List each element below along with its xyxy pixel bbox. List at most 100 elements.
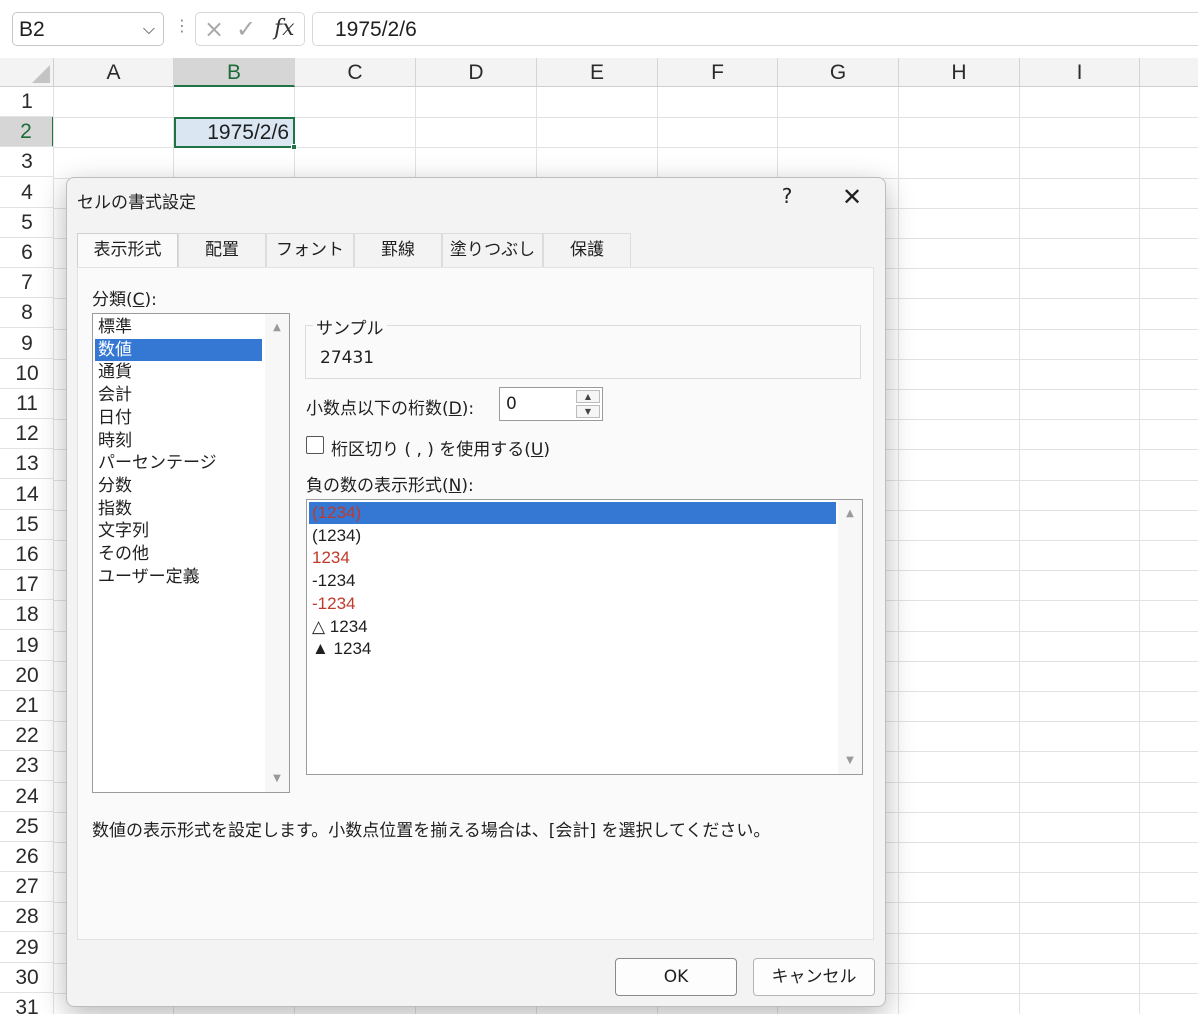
row-header-31[interactable]: 31 — [0, 993, 54, 1014]
row-header-21[interactable]: 21 — [0, 691, 54, 721]
row-header-16[interactable]: 16 — [0, 540, 54, 570]
ok-button[interactable]: OK — [615, 958, 737, 996]
category-item[interactable]: 分数 — [95, 475, 262, 497]
decimal-places-value[interactable]: 0 — [506, 394, 517, 414]
row-header-22[interactable]: 22 — [0, 721, 54, 752]
scroll-down-icon[interactable]: ▼ — [838, 755, 862, 766]
formula-bar: B2 ⌵ ⋮ × ✓ fx 1975/2/6 — [0, 0, 1198, 58]
negative-format-item[interactable]: △ 1234 — [309, 616, 836, 638]
tab-number[interactable]: 表示形式 — [77, 233, 178, 269]
category-item[interactable]: 日付 — [95, 407, 262, 429]
selected-cell-value: 1975/2/6 — [207, 121, 289, 144]
negative-format-item[interactable]: ▲ 1234 — [309, 638, 836, 660]
row-header-30[interactable]: 30 — [0, 962, 54, 993]
row-header-18[interactable]: 18 — [0, 600, 54, 631]
tab-protection[interactable]: 保護 — [543, 233, 631, 267]
row-header-6[interactable]: 6 — [0, 238, 54, 268]
row-header-7[interactable]: 7 — [0, 268, 54, 299]
category-item[interactable]: パーセンテージ — [95, 452, 262, 474]
row-header-14[interactable]: 14 — [0, 479, 54, 510]
tab-fill[interactable]: 塗りつぶし — [442, 233, 543, 267]
formula-bar-buttons: × ✓ fx — [195, 12, 305, 46]
chevron-down-icon[interactable]: ⌵ — [143, 19, 155, 39]
scroll-up-icon[interactable]: ▲ — [838, 508, 862, 519]
row-header-19[interactable]: 19 — [0, 630, 54, 661]
category-item[interactable]: 標準 — [95, 316, 262, 338]
tab-font[interactable]: フォント — [266, 233, 354, 267]
selected-cell[interactable]: 1975/2/6 — [174, 117, 297, 150]
drag-handle-icon[interactable]: ⋮ — [174, 16, 190, 35]
decrement-icon[interactable]: ▼ — [576, 405, 600, 418]
negative-format-list[interactable]: (1234) (1234) 1234 -1234 -1234 △ 1234 ▲ 1234 ▲… — [306, 499, 863, 775]
row-header-24[interactable]: 24 — [0, 781, 54, 812]
scroll-down-icon[interactable]: ▼ — [265, 773, 289, 784]
row-header-3[interactable]: 3 — [0, 147, 54, 178]
row-header-23[interactable]: 23 — [0, 751, 54, 782]
column-header-i[interactable]: I — [1020, 58, 1140, 87]
row-header-29[interactable]: 29 — [0, 932, 54, 963]
decimal-places-stepper[interactable]: 0 ▲ ▼ — [499, 387, 603, 421]
category-item[interactable]: 指数 — [95, 498, 262, 520]
category-item[interactable]: 時刻 — [95, 430, 262, 452]
negative-format-item[interactable]: (1234) — [309, 502, 836, 524]
column-header-e[interactable]: E — [537, 58, 658, 87]
help-button[interactable]: ? — [775, 184, 799, 212]
insert-function-icon[interactable]: fx — [274, 16, 295, 41]
category-item[interactable]: 文字列 — [95, 520, 262, 542]
row-header-10[interactable]: 10 — [0, 358, 54, 389]
row-header-4[interactable]: 4 — [0, 177, 54, 208]
name-box-value: B2 — [19, 18, 45, 41]
category-item[interactable]: ユーザー定義 — [95, 566, 262, 588]
increment-icon[interactable]: ▲ — [576, 390, 600, 403]
column-header-h[interactable]: H — [899, 58, 1020, 87]
cancel-icon[interactable]: × — [204, 15, 224, 43]
select-all-button[interactable] — [0, 58, 54, 87]
close-button[interactable]: ✕ — [837, 182, 867, 212]
category-item[interactable]: その他 — [95, 543, 262, 565]
row-header-8[interactable]: 8 — [0, 298, 54, 329]
category-item[interactable]: 数値 — [95, 338, 262, 361]
negative-format-item[interactable]: -1234 — [309, 570, 836, 592]
thousands-separator-label[interactable]: 桁区切り ( , ) を使用する(U) — [331, 435, 550, 460]
negative-format-scrollbar[interactable]: ▲ ▼ — [838, 500, 862, 774]
column-header-f[interactable]: F — [658, 58, 778, 87]
row-header-25[interactable]: 25 — [0, 811, 54, 842]
row-header-5[interactable]: 5 — [0, 207, 54, 238]
row-header-13[interactable]: 13 — [0, 449, 54, 480]
scroll-up-icon[interactable]: ▲ — [265, 322, 289, 333]
category-scrollbar[interactable]: ▲ ▼ — [265, 314, 289, 792]
column-header-c[interactable]: C — [295, 58, 416, 87]
category-item[interactable]: 会計 — [95, 384, 262, 406]
row-header-11[interactable]: 11 — [0, 389, 54, 419]
fill-handle[interactable] — [291, 144, 297, 150]
row-header-9[interactable]: 9 — [0, 328, 54, 359]
name-box[interactable]: B2 ⌵ — [12, 12, 164, 46]
category-list[interactable]: 標準 数値 通貨 会計 日付 時刻 パーセンテージ 分数 指数 文字列 その他 ユーザー定義 ▲ ▼ — [92, 313, 290, 793]
column-header-a[interactable]: A — [54, 58, 174, 87]
row-header-20[interactable]: 20 — [0, 660, 54, 691]
column-header-partial[interactable] — [1140, 58, 1198, 87]
negative-format-item[interactable]: (1234) — [309, 525, 836, 547]
column-header-d[interactable]: D — [416, 58, 537, 87]
row-header-28[interactable]: 28 — [0, 902, 54, 933]
column-header-b[interactable]: B — [174, 58, 295, 87]
decimal-places-label: 小数点以下の桁数(D): — [306, 399, 475, 419]
row-header-1[interactable]: 1 — [0, 87, 54, 117]
tab-alignment[interactable]: 配置 — [178, 233, 266, 267]
formula-input[interactable]: 1975/2/6 — [312, 12, 1198, 46]
row-header-26[interactable]: 26 — [0, 842, 54, 872]
row-header-27[interactable]: 27 — [0, 872, 54, 903]
row-header-15[interactable]: 15 — [0, 509, 54, 540]
row-header-12[interactable]: 12 — [0, 419, 54, 450]
row-header-2[interactable]: 2 — [0, 117, 54, 148]
category-item[interactable]: 通貨 — [95, 361, 262, 383]
negative-format-item[interactable]: -1234 — [309, 593, 836, 615]
tab-border[interactable]: 罫線 — [354, 233, 442, 267]
column-header-g[interactable]: G — [778, 58, 899, 87]
negative-format-item[interactable]: 1234 — [309, 547, 836, 569]
category-label: 分類(C): — [92, 290, 157, 310]
check-icon[interactable]: ✓ — [236, 15, 256, 43]
thousands-separator-checkbox[interactable] — [306, 436, 324, 454]
cancel-button[interactable]: キャンセル — [753, 958, 875, 996]
row-header-17[interactable]: 17 — [0, 570, 54, 601]
